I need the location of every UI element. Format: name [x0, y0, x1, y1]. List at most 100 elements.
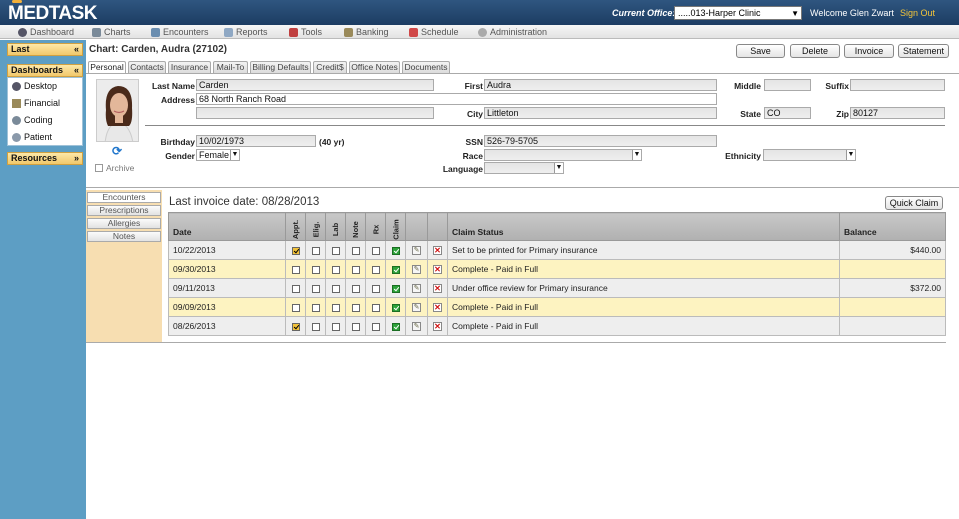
cell-note-checkbox[interactable]: [351, 322, 360, 331]
cell-note-checkbox[interactable]: [351, 284, 360, 293]
menu-charts[interactable]: Charts: [92, 26, 131, 38]
menu-schedule[interactable]: Schedule: [409, 26, 459, 38]
cell-claim[interactable]: [385, 316, 406, 336]
cell-rx[interactable]: [365, 316, 386, 336]
side-tab-encounters[interactable]: Encounters: [87, 192, 161, 203]
menu-administration[interactable]: Administration: [478, 26, 547, 38]
sidebar-item-financial[interactable]: Financial: [12, 98, 60, 108]
cell-elig[interactable]: [305, 259, 326, 279]
cell-claim-checkbox[interactable]: [391, 246, 400, 255]
sidebar-dashboards-header[interactable]: Dashboards «: [7, 64, 83, 77]
cell-delete[interactable]: ✕: [427, 259, 448, 279]
state-field[interactable]: CO: [764, 107, 811, 119]
col-claim[interactable]: Claim: [385, 212, 406, 241]
cell-elig[interactable]: [305, 316, 326, 336]
address-line1-field[interactable]: 68 North Ranch Road: [196, 93, 717, 105]
sidebar-item-desktop[interactable]: Desktop: [12, 81, 57, 91]
col-claim-status[interactable]: Claim Status: [447, 212, 840, 241]
sidebar-last-header[interactable]: Last «: [7, 43, 83, 56]
race-select[interactable]: ▼: [484, 149, 642, 161]
refresh-photo-icon[interactable]: ⟳: [112, 144, 122, 158]
invoice-button[interactable]: Invoice: [844, 44, 894, 58]
language-select[interactable]: ▼: [484, 162, 564, 174]
archive-checkbox[interactable]: Archive: [95, 163, 134, 173]
cell-appt-checkbox[interactable]: [291, 246, 300, 255]
city-field[interactable]: Littleton: [484, 107, 717, 119]
menu-reports[interactable]: Reports: [224, 26, 268, 38]
table-row[interactable]: 08/26/2013 ✎ ✕ Complete - Paid in Full: [168, 316, 946, 336]
edit-icon[interactable]: ✎: [412, 246, 421, 256]
cell-rx-checkbox[interactable]: [371, 322, 380, 331]
cell-appt[interactable]: [285, 297, 306, 317]
col-note[interactable]: Note: [345, 212, 366, 241]
col-elig[interactable]: Elig.: [305, 212, 326, 241]
cell-elig-checkbox[interactable]: [311, 265, 320, 274]
cell-lab-checkbox[interactable]: [331, 303, 340, 312]
cell-lab[interactable]: [325, 297, 346, 317]
menu-tools[interactable]: Tools: [289, 26, 322, 38]
tab-mail-to[interactable]: Mail-To: [213, 61, 248, 73]
suffix-field[interactable]: [850, 79, 945, 91]
birthday-field[interactable]: 10/02/1973: [196, 135, 316, 147]
cell-lab-checkbox[interactable]: [331, 265, 340, 274]
menu-dashboard[interactable]: Dashboard: [18, 26, 74, 38]
col-lab[interactable]: Lab: [325, 212, 346, 241]
address-line2-field[interactable]: [196, 107, 434, 119]
cell-claim[interactable]: [385, 240, 406, 260]
sidebar-resources-header[interactable]: Resources»: [7, 152, 83, 165]
menu-encounters[interactable]: Encounters: [151, 26, 209, 38]
gender-select[interactable]: Female ▼: [196, 149, 240, 161]
delete-icon[interactable]: ✕: [433, 322, 442, 332]
cell-claim[interactable]: [385, 297, 406, 317]
sidebar-item-coding[interactable]: Coding: [12, 115, 53, 125]
cell-rx[interactable]: [365, 297, 386, 317]
cell-rx-checkbox[interactable]: [371, 284, 380, 293]
cell-note[interactable]: [345, 259, 366, 279]
cell-claim-checkbox[interactable]: [391, 322, 400, 331]
edit-icon[interactable]: ✎: [412, 322, 421, 332]
cell-lab-checkbox[interactable]: [331, 246, 340, 255]
quick-claim-button[interactable]: Quick Claim: [885, 196, 943, 210]
save-button[interactable]: Save: [736, 44, 785, 58]
delete-button[interactable]: Delete: [790, 44, 840, 58]
cell-elig[interactable]: [305, 297, 326, 317]
tab-billing-defaults[interactable]: Billing Defaults: [250, 61, 311, 73]
cell-appt[interactable]: [285, 278, 306, 298]
tab-contacts[interactable]: Contacts: [128, 61, 166, 73]
cell-note-checkbox[interactable]: [351, 246, 360, 255]
cell-appt[interactable]: [285, 259, 306, 279]
edit-icon[interactable]: ✎: [412, 303, 421, 313]
cell-rx-checkbox[interactable]: [371, 265, 380, 274]
cell-claim-checkbox[interactable]: [391, 303, 400, 312]
cell-claim-checkbox[interactable]: [391, 265, 400, 274]
cell-appt[interactable]: [285, 316, 306, 336]
cell-note-checkbox[interactable]: [351, 265, 360, 274]
cell-elig-checkbox[interactable]: [311, 303, 320, 312]
cell-edit[interactable]: ✎: [405, 240, 428, 260]
side-tab-prescriptions[interactable]: Prescriptions: [87, 205, 161, 216]
cell-appt[interactable]: [285, 240, 306, 260]
table-row[interactable]: 09/30/2013 ✎ ✕ Complete - Paid in Full: [168, 259, 946, 279]
sidebar-item-patient[interactable]: Patient: [12, 132, 52, 142]
table-row[interactable]: 09/09/2013 ✎ ✕ Complete - Paid in Full: [168, 297, 946, 317]
tab-insurance[interactable]: Insurance: [168, 61, 211, 73]
cell-lab[interactable]: [325, 316, 346, 336]
cell-rx-checkbox[interactable]: [371, 246, 380, 255]
cell-delete[interactable]: ✕: [427, 240, 448, 260]
cell-note[interactable]: [345, 240, 366, 260]
cell-lab-checkbox[interactable]: [331, 284, 340, 293]
delete-icon[interactable]: ✕: [433, 246, 442, 256]
col-appt[interactable]: Appt.: [285, 212, 306, 241]
delete-icon[interactable]: ✕: [433, 303, 442, 313]
tab-office-notes[interactable]: Office Notes: [349, 61, 400, 73]
current-office-select[interactable]: .....013-Harper Clinic ▼: [674, 6, 802, 20]
statement-button[interactable]: Statement: [898, 44, 949, 58]
table-row[interactable]: 09/11/2013 ✎ ✕ Under office review for Prim…: [168, 278, 946, 298]
last-name-field[interactable]: Carden: [196, 79, 434, 91]
cell-delete[interactable]: ✕: [427, 316, 448, 336]
cell-rx[interactable]: [365, 259, 386, 279]
first-name-field[interactable]: Audra: [484, 79, 717, 91]
cell-elig[interactable]: [305, 240, 326, 260]
zip-field[interactable]: 80127: [850, 107, 945, 119]
cell-edit[interactable]: ✎: [405, 297, 428, 317]
